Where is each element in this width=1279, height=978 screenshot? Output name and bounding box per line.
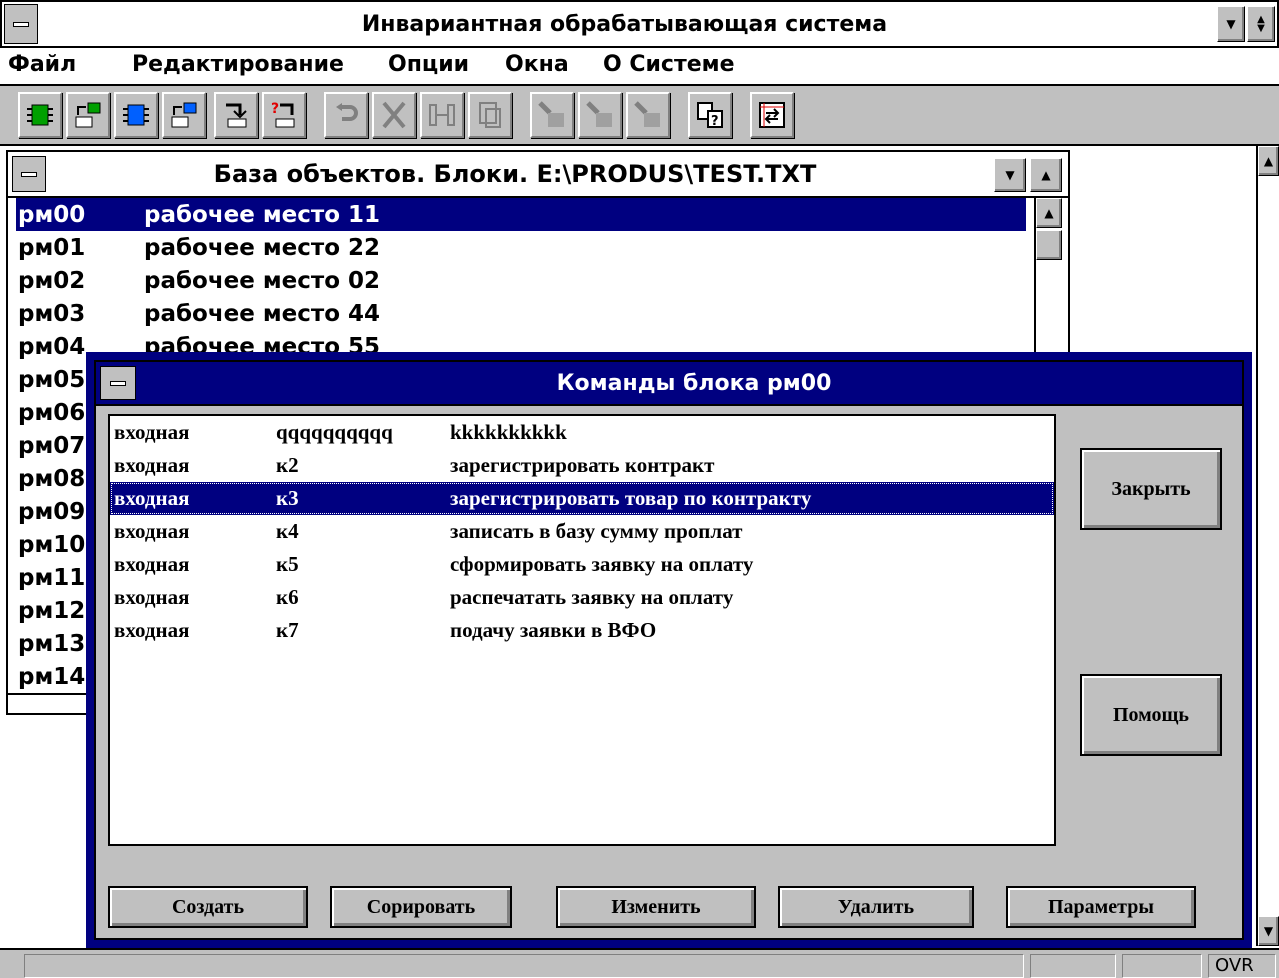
link-icon	[226, 103, 247, 128]
tb-search-button[interactable]	[530, 92, 574, 138]
menu-windows[interactable]: Окна	[505, 52, 569, 77]
triangle-up-icon: ▲	[1263, 154, 1274, 168]
tb-refresh-button[interactable]	[750, 92, 794, 138]
menu-edit[interactable]: Редактирование	[132, 52, 344, 77]
params-button[interactable]: Параметры	[1006, 886, 1196, 928]
create-button[interactable]: Создать	[108, 886, 308, 928]
ovr-indicator: OVR	[1208, 954, 1276, 978]
list-item[interactable]: входная к6 распечатать заявку на оплату	[110, 581, 1054, 614]
undo-icon	[336, 103, 358, 121]
commands-list[interactable]: входная qqqqqqqqqq kkkkkkkkkk входная к2 зар…	[108, 414, 1056, 846]
list-item[interactable]: входная к2 зарегистрировать контракт	[110, 449, 1054, 482]
main-vertical-scrollbar[interactable]: ▲ ▼	[1256, 146, 1279, 946]
list-item[interactable]: рм02 рабочее место 02	[16, 264, 1026, 297]
list-item[interactable]: входная qqqqqqqqqq kkkkkkkkkk	[110, 416, 1054, 449]
refresh-icon	[759, 102, 785, 128]
tb-link-button[interactable]	[214, 92, 258, 138]
menu-file[interactable]: Файл	[8, 52, 76, 77]
list-item[interactable]: рм00 рабочее место 11	[16, 198, 1026, 231]
paste-link-icon	[429, 104, 455, 126]
dialog-title-bar: Команды блока рм00	[96, 362, 1242, 406]
close-button[interactable]: Закрыть	[1080, 448, 1222, 530]
copy-button[interactable]: Copировать	[330, 886, 512, 928]
dialog-title: Команды блока рм00	[556, 370, 832, 396]
main-title-bar: Инвариантная обрабатывающая система ▼ ▲ ▼	[0, 0, 1279, 48]
tb-search-next-button[interactable]	[578, 92, 622, 138]
tb-new-object-button[interactable]	[114, 92, 158, 138]
toolbar: ? ?	[0, 86, 1279, 146]
system-menu-button[interactable]	[4, 4, 38, 44]
tb-import-object-button[interactable]	[162, 92, 206, 138]
maximize-button[interactable]: ▲ ▼	[1247, 6, 1275, 42]
tb-context-help-button[interactable]: ?	[688, 92, 732, 138]
list-item[interactable]: рм03 рабочее место 44	[16, 297, 1026, 330]
edit-button[interactable]: Изменить	[556, 886, 756, 928]
db-scroll-thumb[interactable]	[1036, 230, 1062, 260]
commands-dialog: Команды блока рм00 входная qqqqqqqqqq kkkk…	[86, 352, 1252, 948]
tb-new-block-button[interactable]	[18, 92, 62, 138]
new-block-icon	[27, 104, 53, 126]
tb-search-prev-button[interactable]	[626, 92, 670, 138]
status-cell	[1030, 954, 1116, 978]
cut-icon	[382, 101, 406, 129]
list-item[interactable]: входная к3 зарегистрировать товар по контр…	[110, 482, 1054, 515]
new-object-icon	[123, 104, 149, 126]
svg-text:?: ?	[711, 114, 719, 129]
triangle-up-down-icon: ▲ ▼	[1257, 14, 1265, 34]
list-item[interactable]: входная к5 сформировать заявку на оплату	[110, 548, 1054, 581]
import-object-icon	[171, 102, 197, 128]
list-item[interactable]: рм01 рабочее место 22	[16, 231, 1026, 264]
db-scroll-up-button[interactable]: ▲	[1036, 198, 1062, 228]
triangle-up-icon: ▲	[1044, 206, 1054, 220]
db-system-menu-button[interactable]	[12, 156, 46, 192]
menu-about[interactable]: О Системе	[603, 52, 735, 77]
copy-icon	[479, 102, 501, 128]
scroll-down-button[interactable]: ▼	[1258, 916, 1279, 946]
tb-undo-button[interactable]	[324, 92, 368, 138]
dialog-system-menu-button[interactable]	[100, 366, 136, 400]
minimize-button[interactable]: ▼	[1217, 6, 1245, 42]
db-window-title: База объектов. Блоки. E:\PRODUS\TEST.TXT	[213, 160, 817, 188]
list-item[interactable]: входная к4 записать в базу сумму проплат	[110, 515, 1054, 548]
search-prev-icon	[634, 101, 660, 127]
menu-options[interactable]: Опции	[388, 52, 469, 77]
search-next-icon	[586, 101, 612, 127]
dialog-body: Команды блока рм00 входная qqqqqqqqqq kkkk…	[94, 360, 1244, 940]
triangle-down-icon: ▼	[1005, 168, 1015, 182]
db-minimize-button[interactable]: ▼	[994, 158, 1026, 192]
search-icon	[538, 101, 564, 127]
app-title: Инвариантная обрабатывающая система	[361, 11, 888, 37]
tb-link-help-button[interactable]: ?	[262, 92, 306, 138]
triangle-down-icon: ▼	[1226, 17, 1236, 31]
triangle-down-icon: ▼	[1263, 924, 1274, 938]
tb-import-block-button[interactable]	[66, 92, 110, 138]
triangle-up-icon: ▲	[1041, 168, 1051, 182]
status-cell	[1122, 954, 1202, 978]
tb-copy-button[interactable]	[468, 92, 512, 138]
list-item[interactable]: входная к7 подачу заявки в ВФО	[110, 614, 1054, 647]
tb-paste-link-button[interactable]	[420, 92, 464, 138]
database-title-bar: База объектов. Блоки. E:\PRODUS\TEST.TXT…	[8, 152, 1068, 198]
tb-cut-button[interactable]	[372, 92, 416, 138]
link-help-icon: ?	[271, 101, 295, 128]
help-button[interactable]: Помощь	[1080, 674, 1222, 756]
svg-text:?: ?	[271, 101, 279, 117]
db-maximize-button[interactable]: ▲	[1030, 158, 1062, 192]
status-message	[24, 954, 1024, 978]
menu-bar: Файл Редактирование Опции Окна О Системе	[0, 48, 1279, 86]
delete-button[interactable]: Удалить	[778, 886, 974, 928]
context-help-icon: ?	[697, 102, 723, 129]
scroll-up-button[interactable]: ▲	[1258, 146, 1279, 176]
import-block-icon	[75, 102, 101, 128]
status-bar: OVR	[0, 948, 1279, 978]
